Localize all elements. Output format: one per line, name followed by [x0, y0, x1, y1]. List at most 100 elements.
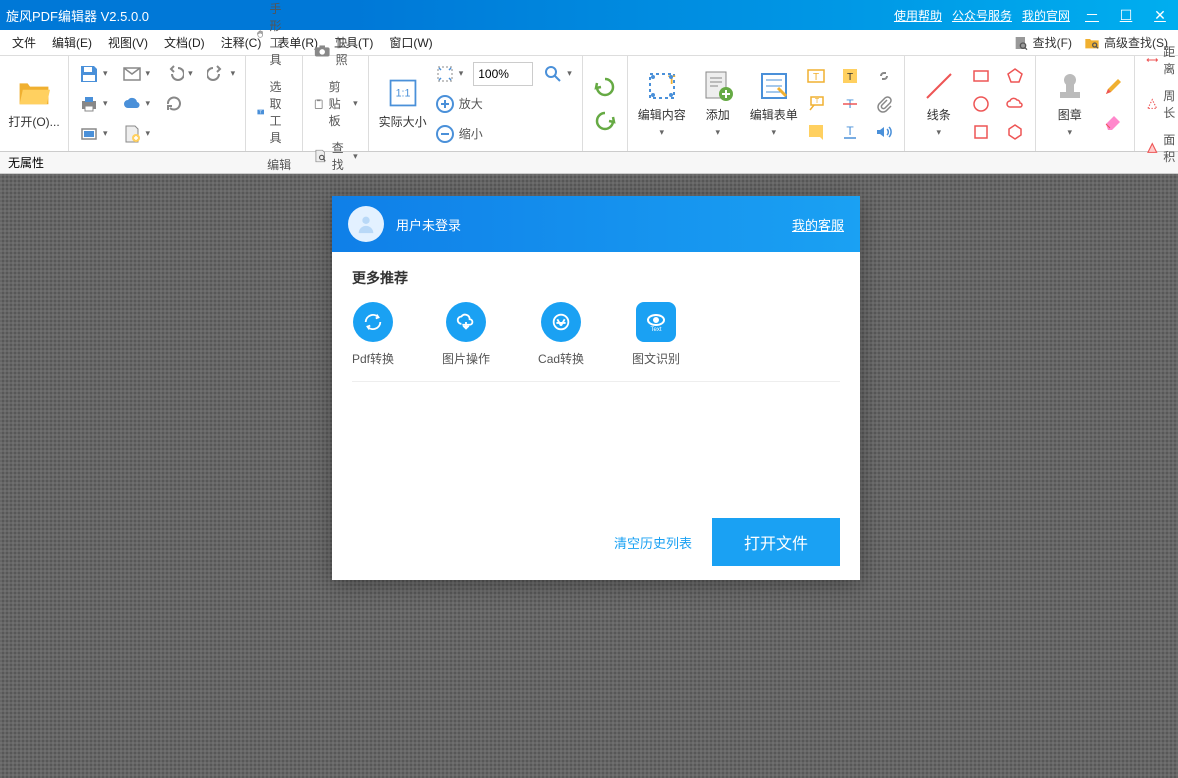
menu-file[interactable]: 文件	[4, 30, 44, 55]
refresh-button[interactable]	[160, 92, 188, 116]
hand-tool[interactable]: 手形工具	[252, 0, 296, 70]
new-icon	[122, 124, 142, 144]
print-button[interactable]: ▾	[75, 92, 112, 116]
menu-edit[interactable]: 编辑(E)	[44, 30, 100, 55]
edit-content-button[interactable]: T 编辑内容▾	[634, 60, 690, 148]
dialog-body: 更多推荐 Pdf转换 图片操作 Cad转换 Text 图文识别	[332, 252, 860, 504]
menu-view[interactable]: 视图(V)	[100, 30, 156, 55]
svg-text:Text: Text	[651, 327, 662, 333]
clear-history-link[interactable]: 清空历史列表	[614, 533, 692, 552]
svg-text:T: T	[815, 98, 820, 105]
distance-icon	[1145, 50, 1160, 70]
find-button[interactable]: 查找(F)	[1007, 32, 1078, 53]
cad-convert-icon	[541, 302, 581, 342]
toolbar: 打开(O)... ▾ ▾ ▾ ▾ ▾ ▾ ▾ ▾ 手形工具 T选取工具	[0, 56, 1178, 152]
rectangle-tool[interactable]	[967, 64, 995, 88]
titlebar: 旋风PDF编辑器 V2.5.0.0 使用帮助 公众号服务 我的官网 － ☐ ✕	[0, 0, 1178, 30]
scan-button[interactable]: ▾	[75, 122, 112, 146]
rec-pdf-convert[interactable]: Pdf转换	[352, 302, 394, 367]
actual-size-button[interactable]: 1:1 实际大小	[375, 60, 431, 148]
rec-cad-convert[interactable]: Cad转换	[538, 302, 584, 367]
distance-tool[interactable]: 距离▾	[1141, 41, 1178, 79]
property-text: 无属性	[8, 154, 44, 171]
sound-tool[interactable]	[870, 120, 898, 144]
highlight-tool[interactable]: T	[836, 64, 864, 88]
add-button[interactable]: 添加▾	[690, 60, 746, 148]
square-icon	[971, 122, 991, 142]
strikethrough-tool[interactable]: T	[836, 92, 864, 116]
redo-icon	[207, 64, 227, 84]
rec-image-ops[interactable]: 图片操作	[442, 302, 490, 367]
cloud-icon	[122, 94, 142, 114]
redo-button[interactable]: ▾	[203, 62, 240, 86]
wechat-link[interactable]: 公众号服务	[952, 7, 1012, 24]
underline-tool[interactable]: T	[836, 120, 864, 144]
rotate-cw-button[interactable]	[589, 107, 621, 135]
zoom-in-icon	[435, 94, 455, 114]
maximize-button[interactable]: ☐	[1114, 7, 1138, 24]
zoom-tool[interactable]: ▾	[539, 62, 576, 86]
cloud-shape-tool[interactable]	[1001, 92, 1029, 116]
text-box-tool[interactable]: T	[802, 64, 830, 88]
circle-tool[interactable]	[967, 92, 995, 116]
zoom-out-button[interactable]: 缩小	[431, 122, 576, 146]
open-file-button[interactable]: 打开文件	[712, 518, 840, 566]
help-link[interactable]: 使用帮助	[894, 7, 942, 24]
save-button[interactable]: ▾	[75, 62, 112, 86]
image-ops-icon	[446, 302, 486, 342]
undo-button[interactable]: ▾	[160, 62, 197, 86]
open-button[interactable]: 打开(O)...	[6, 60, 62, 148]
snapshot-tool[interactable]: 快照	[309, 32, 362, 70]
perimeter-tool[interactable]: 周长▾	[1141, 85, 1178, 123]
new-button[interactable]: ▾	[118, 122, 155, 146]
recommendation-row: Pdf转换 图片操作 Cad转换 Text 图文识别	[352, 302, 840, 382]
rotate-ccw-icon	[593, 75, 617, 99]
workspace: 用户未登录 我的客服 更多推荐 Pdf转换 图片操作 Cad转换 Te	[0, 174, 1178, 778]
square-tool[interactable]	[967, 120, 995, 144]
paperclip-icon	[874, 94, 894, 114]
svg-text:1:1: 1:1	[395, 88, 410, 100]
print-icon	[79, 94, 99, 114]
minimize-button[interactable]: －	[1080, 5, 1104, 25]
menu-document[interactable]: 文档(D)	[156, 30, 213, 55]
note-tool[interactable]	[802, 120, 830, 144]
polygon-tool[interactable]	[1001, 64, 1029, 88]
attach-tool[interactable]	[870, 92, 898, 116]
property-bar: 无属性	[0, 152, 1178, 174]
lines-button[interactable]: 线条▾	[911, 60, 967, 148]
eraser-tool[interactable]	[1098, 108, 1128, 134]
close-button[interactable]: ✕	[1148, 7, 1172, 24]
underline-icon: T	[840, 122, 860, 142]
strikethrough-icon: T	[840, 94, 860, 114]
edit-form-icon	[758, 70, 790, 102]
stamp-icon	[1054, 70, 1086, 102]
callout-tool[interactable]: T	[802, 92, 830, 116]
ocr-icon: Text	[636, 302, 676, 342]
link-tool[interactable]	[870, 64, 898, 88]
fit-tool[interactable]: ▾	[431, 62, 468, 86]
website-link[interactable]: 我的官网	[1022, 7, 1070, 24]
clipboard-tool[interactable]: 剪贴板▾	[309, 76, 362, 131]
menu-window[interactable]: 窗口(W)	[381, 30, 440, 55]
rotate-ccw-button[interactable]	[589, 73, 621, 101]
user-icon	[355, 213, 377, 235]
email-button[interactable]: ▾	[118, 62, 155, 86]
cloud-button[interactable]: ▾	[118, 92, 155, 116]
select-tool[interactable]: T选取工具	[252, 76, 296, 148]
avatar[interactable]	[348, 206, 384, 242]
edit-content-icon: T	[646, 70, 678, 102]
svg-text:T: T	[846, 124, 854, 138]
folder-search-icon	[1084, 35, 1100, 51]
hexagon-tool[interactable]	[1001, 120, 1029, 144]
zoom-in-button[interactable]: 放大	[431, 92, 576, 116]
area-tool[interactable]: 面积▾	[1141, 129, 1178, 167]
zoom-input[interactable]	[473, 62, 533, 86]
rec-ocr[interactable]: Text 图文识别	[632, 302, 680, 367]
find-tool[interactable]: 查找▾	[309, 137, 362, 175]
stamps-button[interactable]: 图章▾	[1042, 60, 1098, 148]
edit-form-button[interactable]: 编辑表单▾	[746, 60, 802, 148]
zoom-out-icon	[435, 124, 455, 144]
search-icon	[313, 146, 328, 166]
support-link[interactable]: 我的客服	[792, 215, 844, 234]
pencil-tool[interactable]	[1098, 74, 1128, 100]
